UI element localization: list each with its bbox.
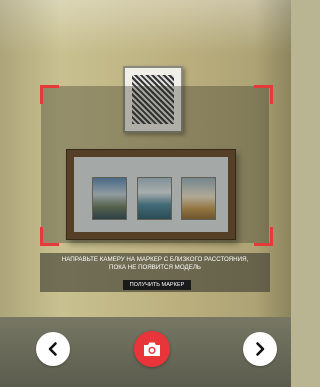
get-marker-button[interactable]: ПОЛУЧИТЬ МАРКЕР [123, 280, 191, 290]
scan-corner-bottom-right [254, 227, 273, 246]
camera-icon [144, 342, 160, 356]
scan-area [41, 86, 269, 243]
scan-corner-top-right [254, 85, 273, 104]
instruction-text: НАПРАВЬТЕ КАМЕРУ НА МАРКЕР С БЛИЗКОГО РА… [40, 256, 270, 272]
chevron-right-icon [256, 342, 265, 356]
next-button[interactable] [243, 332, 277, 366]
instruction-line-2: ПОКА НЕ ПОЯВИТСЯ МОДЕЛЬ [109, 264, 201, 271]
scan-corner-top-left [40, 85, 59, 104]
capture-button[interactable] [134, 331, 170, 367]
back-button[interactable] [36, 332, 70, 366]
scan-corner-bottom-left [40, 227, 59, 246]
instruction-line-1: НАПРАВЬТЕ КАМЕРУ НА МАРКЕР С БЛИЗКОГО РА… [61, 256, 249, 263]
chevron-left-icon [48, 342, 57, 356]
